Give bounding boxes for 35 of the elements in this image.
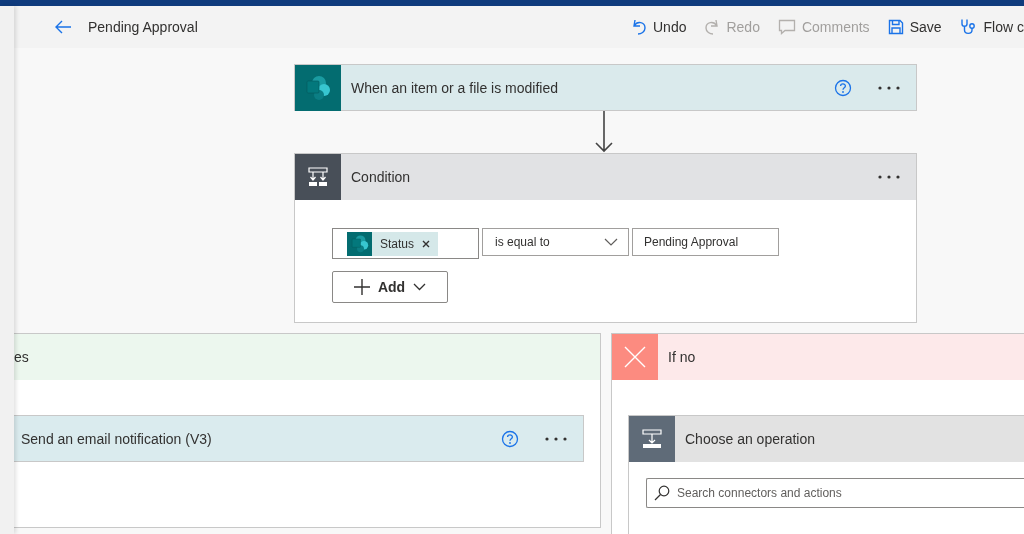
toolbar-button[interactable]: Save xyxy=(887,17,942,37)
operator-dropdown[interactable]: is equal to xyxy=(482,228,629,256)
value-field[interactable]: Pending Approval xyxy=(632,228,779,256)
arrow-connector xyxy=(594,111,614,153)
back-arrow-icon xyxy=(54,20,72,34)
card-title: Send an email notification (V3) xyxy=(21,431,212,447)
search-field[interactable]: Search connectors and actions xyxy=(646,478,1024,508)
comment-icon xyxy=(777,19,796,35)
more-button[interactable] xyxy=(878,86,900,90)
branch-title: If no xyxy=(668,349,696,365)
save-icon xyxy=(887,19,904,35)
more-button[interactable] xyxy=(878,175,900,179)
token-label: Status xyxy=(380,236,415,251)
card-title: Condition xyxy=(351,169,411,185)
card-title: Choose an operation xyxy=(685,431,815,447)
card-title: When an item or a file is modified xyxy=(351,80,558,96)
undo-icon xyxy=(631,18,647,36)
stethoscope-icon xyxy=(959,18,978,36)
toolbar-button[interactable]: Flow c xyxy=(959,16,1024,38)
remove-token-button[interactable] xyxy=(422,239,431,248)
toolbar-button[interactable]: Undo xyxy=(631,16,687,38)
sharepoint-icon xyxy=(295,65,341,111)
sharepoint-icon xyxy=(347,231,372,256)
add-button[interactable]: Add xyxy=(332,271,448,303)
more-button[interactable] xyxy=(545,437,567,441)
help-button[interactable] xyxy=(834,79,852,97)
chevron-down-icon xyxy=(413,283,427,291)
chevron-down-icon xyxy=(604,238,618,246)
redo-icon xyxy=(704,18,721,36)
branch-title: es xyxy=(14,349,29,365)
search-icon xyxy=(654,485,670,501)
flow-title: Pending Approval xyxy=(88,19,198,35)
help-button[interactable] xyxy=(501,430,519,448)
token-field[interactable]: Status xyxy=(332,228,479,259)
plus-icon xyxy=(353,279,370,295)
